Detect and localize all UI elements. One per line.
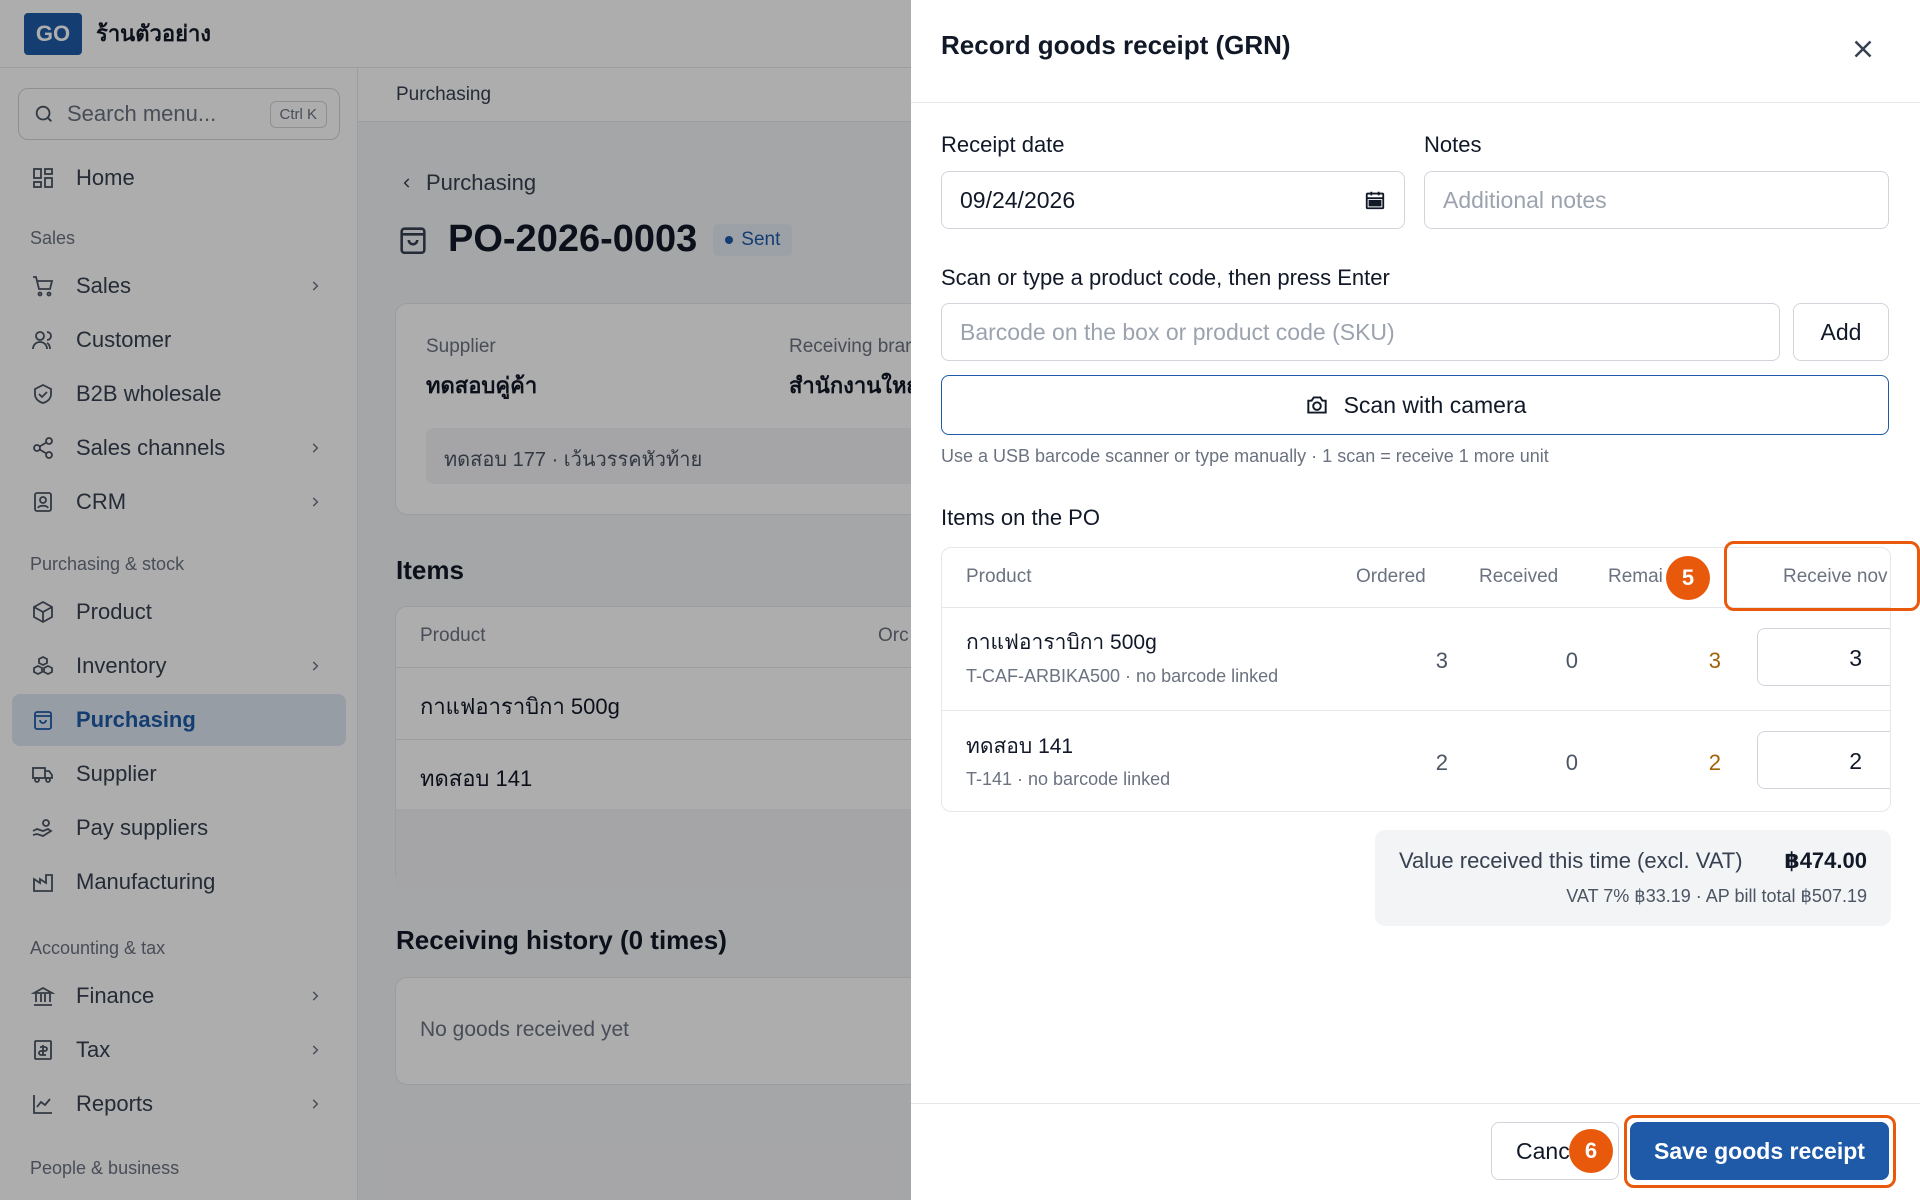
step-badge-5: 5 <box>1666 556 1710 600</box>
col-received: Received <box>1479 566 1559 587</box>
receive-now-input[interactable]: 3 <box>1757 628 1890 686</box>
value-summary: Value received this time (excl. VAT) ฿47… <box>1375 830 1891 926</box>
scan-help-text: Use a USB barcode scanner or type manual… <box>941 446 1549 466</box>
scan-label: Scan or type a product code, then press … <box>941 265 1390 290</box>
notes-label: Notes <box>1424 132 1482 157</box>
receive-now-input[interactable]: 2 <box>1757 731 1890 789</box>
received-cell: 0 <box>1565 648 1578 673</box>
items-on-po-label: Items on the PO <box>941 505 1100 530</box>
ordered-cell: 2 <box>1435 750 1448 775</box>
col-product: Product <box>966 566 1032 587</box>
scan-camera-button[interactable]: Scan with camera <box>941 375 1889 435</box>
divider <box>911 1103 1920 1104</box>
scan-camera-label: Scan with camera <box>1343 391 1527 418</box>
drawer-title: Record goods receipt (GRN) <box>941 30 1291 60</box>
notes-field[interactable]: Additional notes <box>1424 171 1889 229</box>
add-button[interactable]: Add <box>1793 303 1889 361</box>
divider <box>942 710 1890 711</box>
col-remaining: Remai <box>1608 566 1663 587</box>
highlight-receive-now <box>1724 541 1920 611</box>
notes-placeholder: Additional notes <box>1443 186 1607 213</box>
receipt-date-field[interactable]: 09/24/2026 <box>941 171 1405 229</box>
product-name: ทดสอบ 141 <box>966 735 1074 758</box>
summary-label: Value received this time (excl. VAT) <box>1399 848 1743 873</box>
ordered-cell: 3 <box>1435 648 1448 673</box>
receipt-date-label: Receipt date <box>941 132 1065 157</box>
barcode-placeholder: Barcode on the box or product code (SKU) <box>960 318 1395 345</box>
summary-value: ฿474.00 <box>1784 848 1867 873</box>
product-name: กาแฟอาราบิกา 500g <box>966 631 1157 654</box>
step-badge-6: 6 <box>1569 1129 1613 1173</box>
summary-vat: VAT 7% ฿33.19 · AP bill total ฿507.19 <box>1566 886 1867 906</box>
calendar-icon[interactable] <box>1364 189 1386 211</box>
product-sku: T-141 · no barcode linked <box>966 769 1171 789</box>
receipt-date-value: 09/24/2026 <box>960 186 1076 213</box>
product-sku: T-CAF-ARBIKA500 · no barcode linked <box>966 666 1279 686</box>
close-icon[interactable] <box>1848 34 1878 64</box>
barcode-input[interactable]: Barcode on the box or product code (SKU) <box>941 303 1780 361</box>
grn-drawer: Record goods receipt (GRN) Receipt date … <box>911 0 1920 1200</box>
col-ordered: Ordered <box>1356 566 1426 587</box>
received-cell: 0 <box>1565 750 1578 775</box>
divider <box>911 102 1920 103</box>
highlight-save-button <box>1624 1115 1896 1188</box>
camera-icon <box>1306 396 1327 414</box>
remaining-cell: 3 <box>1708 648 1721 673</box>
remaining-cell: 2 <box>1708 750 1721 775</box>
